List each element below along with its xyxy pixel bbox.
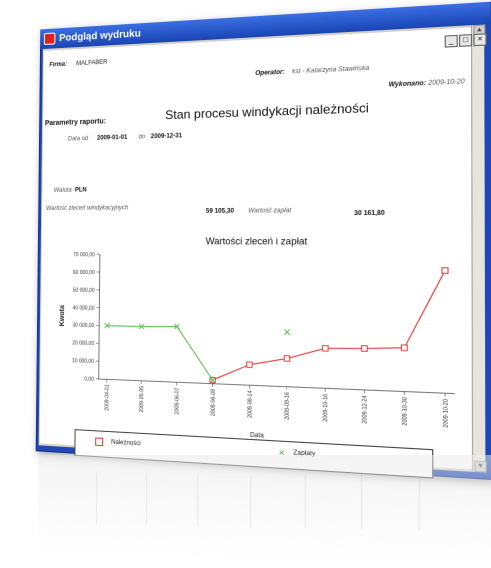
- orders-value: 59 105,30: [206, 208, 234, 215]
- data-point-naleznosci: [322, 346, 328, 352]
- x-tick-label: 2009-05-05: [139, 386, 145, 413]
- chart-title: Wartości zleceń i zapłat: [206, 236, 308, 247]
- data-point-naleznosci: [362, 346, 368, 352]
- y-tick-label: 70 000,00: [73, 252, 95, 258]
- orders-label: Wartość zleceń windykacyjnych: [46, 205, 128, 212]
- vertical-scrollbar[interactable]: ▲ ▼: [471, 24, 485, 472]
- y-tick-label: 60 000,00: [73, 270, 95, 276]
- reflection-line: [419, 475, 420, 531]
- print-preview-window: Podgląd wydruku Firma: MALFABER Operator…: [36, 2, 491, 478]
- window-client-area: Firma: MALFABER Operator: kst - Katarzyn…: [39, 24, 486, 472]
- legend-square-marker-icon: [95, 437, 103, 446]
- app-icon: [44, 32, 56, 45]
- x-tick-label: 2009-10-16: [323, 393, 330, 422]
- reflection-line: [305, 474, 306, 528]
- x-axis: [99, 379, 455, 394]
- y-tick-label: 10 000,00: [72, 358, 94, 365]
- wykonano-value: 2009-10-20: [428, 79, 465, 87]
- data-point-naleznosci: [401, 345, 407, 351]
- date-from-value: 2009-01-01: [97, 135, 127, 142]
- legend-item-naleznosci: Należności: [95, 437, 141, 448]
- reflection-line: [96, 473, 97, 524]
- operator-value: kst - Katarzyna Stawińska: [292, 66, 369, 76]
- maximize-button[interactable]: □: [459, 34, 472, 47]
- x-tick-label: 2009-06-07: [174, 387, 181, 414]
- reflection-line: [250, 474, 251, 527]
- firma-label: Firma:: [49, 62, 67, 69]
- y-axis-label: Kwota: [59, 305, 66, 327]
- x-tick-label: 2009-10-20: [443, 398, 450, 428]
- x-tick-label: 2009-10-30: [402, 397, 409, 426]
- y-tick-label: 20 000,00: [72, 340, 94, 347]
- reflection-line: [197, 474, 198, 526]
- y-axis: [99, 254, 100, 379]
- currency-label: Waluta: [54, 188, 72, 194]
- legend-label-naleznosci: Należności: [111, 439, 141, 447]
- series-line-zaplaty: [107, 325, 213, 380]
- currency-value: PLN: [75, 187, 87, 193]
- minimize-button[interactable]: _: [445, 35, 458, 48]
- x-tick-label: 2009-04-01: [104, 384, 110, 411]
- reflection-line: [361, 475, 362, 530]
- data-point-naleznosci: [284, 356, 290, 362]
- operator-label: Operator:: [255, 69, 285, 77]
- date-to-value: 2009-12-31: [151, 133, 182, 140]
- report-page: Firma: MALFABER Operator: kst - Katarzyn…: [40, 27, 472, 469]
- data-point-naleznosci: [442, 268, 448, 274]
- y-tick-label: 40 000,00: [73, 305, 95, 312]
- window-title: Podgląd wydruku: [59, 28, 141, 44]
- payments-label: Wartość zapłat: [248, 208, 291, 215]
- screenshot-stage: Podgląd wydruku Firma: MALFABER Operator…: [0, 0, 491, 557]
- data-point-naleznosci: [247, 362, 252, 368]
- reflection-line: [146, 474, 147, 526]
- x-tick-label: 2009-06-09: [210, 389, 217, 417]
- wykonano-label: Wykonano:: [389, 81, 427, 89]
- series-line-naleznosci: [213, 269, 446, 390]
- y-tick-label: 30 000,00: [72, 323, 94, 330]
- close-button[interactable]: ×: [473, 33, 486, 46]
- y-tick-label: 50 000,00: [73, 287, 95, 294]
- window-reflection: [38, 455, 491, 568]
- x-tick-label: 2009-09-16: [284, 392, 291, 420]
- window-controls: _ □ ×: [445, 33, 487, 47]
- firma-value: MALFABER: [76, 60, 107, 68]
- payments-value: 30 161,80: [354, 210, 385, 217]
- date-to-label: do: [139, 134, 146, 140]
- x-tick-label: 2009-08-14: [247, 390, 254, 418]
- date-from-label: Data od: [68, 136, 88, 143]
- params-label: Parametry raportu:: [45, 118, 106, 127]
- x-tick-label: 2009-12-24: [362, 395, 369, 424]
- report-title: Stan procesu windykacji należności: [165, 100, 369, 122]
- y-tick-label: 0,00: [84, 376, 94, 383]
